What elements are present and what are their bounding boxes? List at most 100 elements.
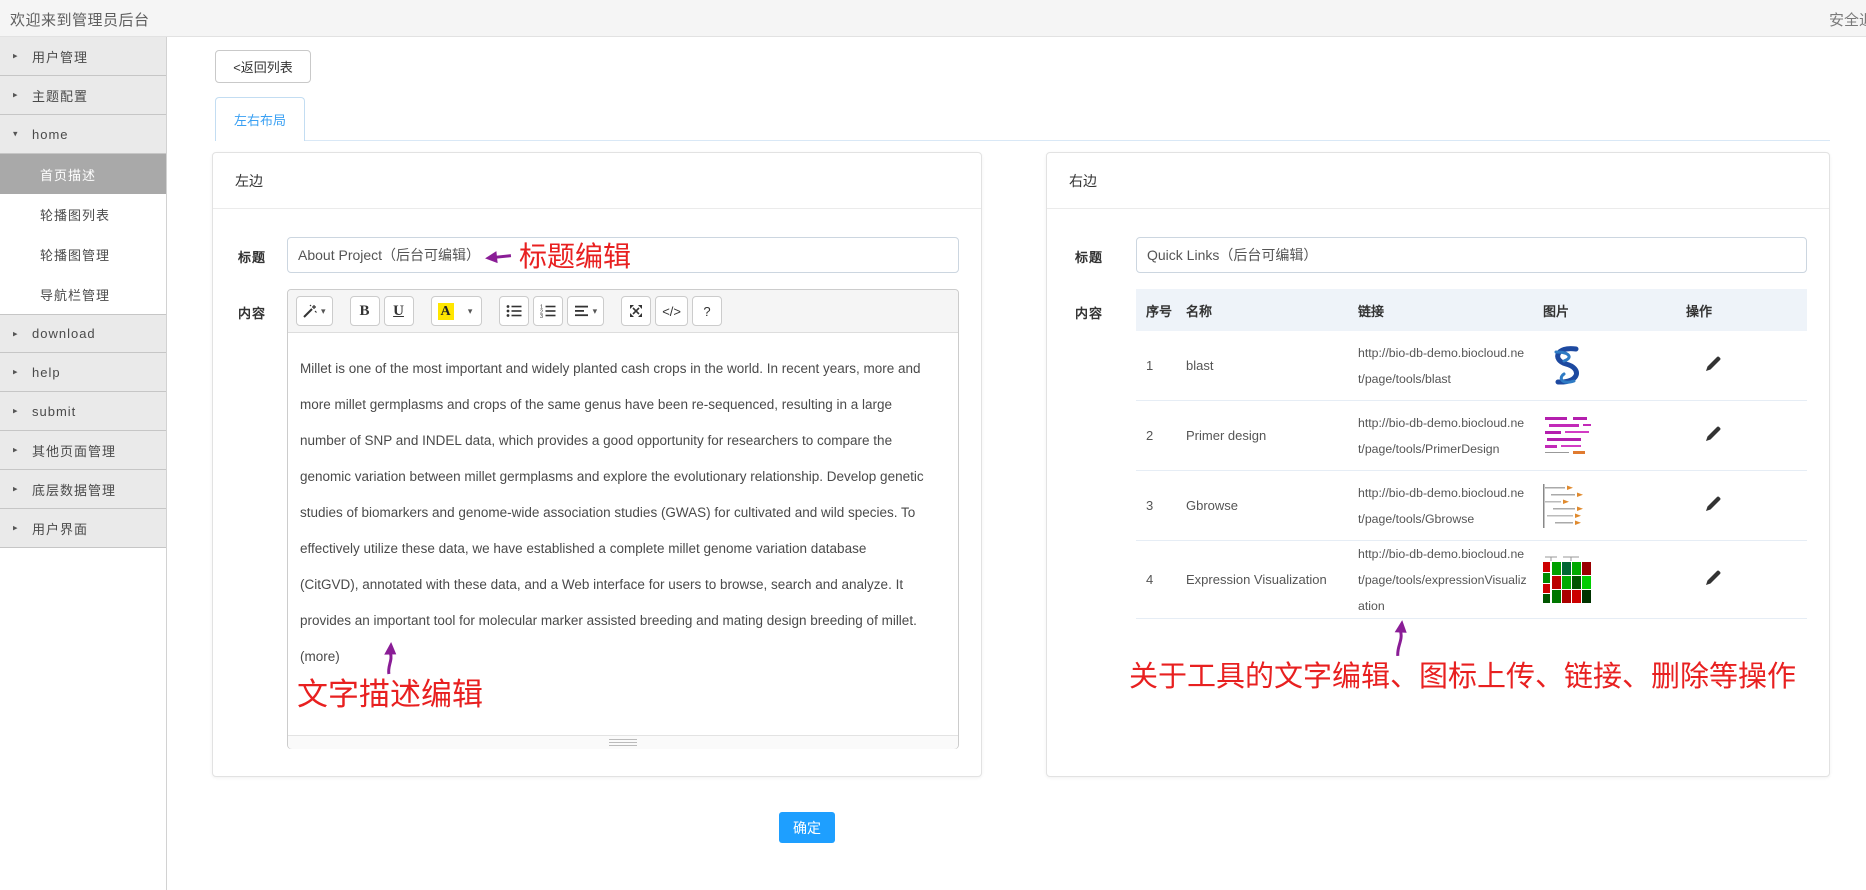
editor-text-line: Millet is one of the most important and … (300, 351, 946, 387)
sidebar-item-label: 其他页面管理 (32, 441, 116, 460)
chevron-down-icon: ▾ (321, 306, 326, 317)
editor-resize-handle[interactable] (288, 735, 958, 749)
editor-toolbar: ▾ B U A ▾ (288, 290, 958, 333)
svg-text:3: 3 (540, 314, 543, 318)
font-color-button[interactable]: A (431, 296, 461, 326)
tool-name: Primer design (1186, 428, 1358, 443)
editor-help-button[interactable]: ? (692, 296, 722, 326)
table-row: 3 Gbrowse http://bio-db-demo.biocloud.ne… (1136, 471, 1807, 541)
chevron-down-icon: ▾ (593, 306, 598, 317)
sidebar-item-user-interface[interactable]: ▸ 用户界面 (0, 509, 166, 548)
logout-link[interactable]: 安全退出 (1829, 9, 1866, 30)
admin-page: 欢迎来到管理员后台 安全退出 ▸ 用户管理 ▸ 主题配置 ▾ home 首页描述… (0, 0, 1866, 890)
editor-text-line: more millet germplasms and crops of the … (300, 387, 946, 423)
column-header: 图片 (1543, 301, 1686, 320)
left-title-label: 标题 (238, 247, 266, 266)
collapsed-arrow-icon: ▸ (13, 406, 18, 417)
edit-pencil-icon[interactable] (1704, 495, 1722, 513)
row-number: 4 (1136, 572, 1186, 587)
edit-pencil-icon[interactable] (1704, 569, 1722, 587)
sidebar-item-label: download (32, 326, 96, 341)
sidebar-item-label: 用户管理 (32, 47, 88, 66)
sidebar-item-label: 主题配置 (32, 86, 88, 105)
topbar: 欢迎来到管理员后台 安全退出 (0, 0, 1866, 37)
edit-pencil-icon[interactable] (1704, 425, 1722, 443)
style-magic-button[interactable]: ▾ (296, 296, 333, 326)
right-title-label: 标题 (1075, 247, 1103, 266)
editor-text-line: genomic variation between millet germpla… (300, 459, 946, 495)
sidebar-item-carousel-list[interactable]: 轮播图列表 (0, 194, 166, 234)
font-color-dropdown[interactable]: ▾ (460, 296, 482, 326)
tool-link: http://bio-db-demo.biocloud.net/page/too… (1358, 480, 1543, 532)
tab-left-right-layout[interactable]: 左右布局 (215, 97, 305, 141)
back-to-list-button[interactable]: <返回列表 (215, 50, 311, 83)
fullscreen-button[interactable] (621, 296, 651, 326)
sidebar-item-label: help (32, 365, 61, 380)
sidebar-item-user-management[interactable]: ▸ 用户管理 (0, 37, 166, 76)
unordered-list-button[interactable] (499, 296, 529, 326)
left-content-label: 内容 (238, 303, 266, 322)
column-header: 名称 (1186, 301, 1358, 320)
magic-wand-icon (303, 304, 317, 318)
chevron-down-icon: ▾ (468, 306, 473, 317)
confirm-button[interactable]: 确定 (779, 812, 835, 843)
right-content-label: 内容 (1075, 303, 1103, 322)
sidebar-item-home[interactable]: ▾ home (0, 115, 166, 154)
column-header: 链接 (1358, 301, 1543, 320)
quick-links-table: 序号 名称 链接 图片 操作 1 blast http://bio-db-dem… (1136, 289, 1807, 619)
right-panel-header: 右边 (1047, 153, 1829, 209)
right-title-input[interactable] (1136, 237, 1807, 273)
sidebar-item-help[interactable]: ▸ help (0, 353, 166, 392)
sidebar-item-home-description[interactable]: 首页描述 (0, 154, 166, 194)
ordered-list-button[interactable]: 1 2 3 (533, 296, 563, 326)
annotation-tools-operations: 关于工具的文字编辑、图标上传、链接、删除等操作 (1129, 653, 1796, 695)
expression-heatmap-thumbnail[interactable] (1543, 556, 1591, 604)
row-number: 2 (1136, 428, 1186, 443)
sidebar-item-download[interactable]: ▸ download (0, 314, 166, 353)
annotation-arrow-up-icon (1389, 618, 1411, 658)
tool-name: Expression Visualization (1186, 572, 1358, 587)
editor-text-line: number of SNP and INDEL data, which prov… (300, 423, 946, 459)
column-header: 序号 (1136, 301, 1186, 320)
sidebar-item-underlying-data[interactable]: ▸ 底层数据管理 (0, 470, 166, 509)
tool-link: http://bio-db-demo.biocloud.net/page/too… (1358, 340, 1543, 392)
column-header: 操作 (1686, 301, 1807, 320)
right-panel-card: 右边 标题 内容 序号 名称 链接 图片 操作 1 blast http://b… (1046, 152, 1830, 777)
gbrowse-thumbnail[interactable] (1543, 484, 1595, 528)
sidebar-item-submit[interactable]: ▸ submit (0, 392, 166, 431)
editor-text-line: studies of biomarkers and genome-wide as… (300, 495, 946, 531)
tool-name: blast (1186, 358, 1358, 373)
sidebar-item-label: home (32, 127, 69, 142)
annotation-content-edit: 文字描述编辑 (297, 669, 483, 714)
numbered-list-icon: 1 2 3 (540, 304, 556, 318)
sidebar-item-other-pages[interactable]: ▸ 其他页面管理 (0, 431, 166, 470)
annotation-arrow-left-icon (483, 249, 512, 266)
sidebar-item-label: 底层数据管理 (32, 480, 116, 499)
sidebar-item-theme-config[interactable]: ▸ 主题配置 (0, 76, 166, 115)
annotation-title-edit: 标题编辑 (519, 235, 631, 275)
table-row: 1 blast http://bio-db-demo.biocloud.net/… (1136, 331, 1807, 401)
editor-text-line: effectively utilize these data, we have … (300, 531, 946, 567)
left-panel-header: 左边 (213, 153, 981, 209)
sidebar-item-label: 轮播图管理 (40, 245, 110, 264)
code-view-button[interactable]: </> (655, 296, 688, 326)
underline-button[interactable]: U (384, 296, 414, 326)
collapsed-arrow-icon: ▸ (13, 51, 18, 62)
align-lines-icon (574, 304, 589, 318)
collapsed-arrow-icon: ▸ (13, 445, 18, 456)
row-number: 3 (1136, 498, 1186, 513)
table-row: 4 Expression Visualization http://bio-db… (1136, 541, 1807, 619)
collapsed-arrow-icon: ▸ (13, 90, 18, 101)
sidebar: ▸ 用户管理 ▸ 主题配置 ▾ home 首页描述 轮播图列表 轮播图管理 导航… (0, 37, 167, 890)
bold-button[interactable]: B (350, 296, 380, 326)
sidebar-item-carousel-management[interactable]: 轮播图管理 (0, 234, 166, 274)
edit-pencil-icon[interactable] (1704, 355, 1722, 373)
sidebar-item-navbar-management[interactable]: 导航栏管理 (0, 274, 166, 314)
paragraph-align-button[interactable]: ▾ (567, 296, 605, 326)
primer-design-thumbnail[interactable] (1543, 415, 1595, 457)
blast-thumbnail[interactable] (1543, 343, 1589, 389)
tool-link: http://bio-db-demo.biocloud.net/page/too… (1358, 410, 1543, 462)
tabbar-underline (215, 140, 1830, 141)
editor-text-line: (CitGVD), annotated with these data, and… (300, 567, 946, 603)
editor-text-line: provides an important tool for molecular… (300, 603, 946, 639)
